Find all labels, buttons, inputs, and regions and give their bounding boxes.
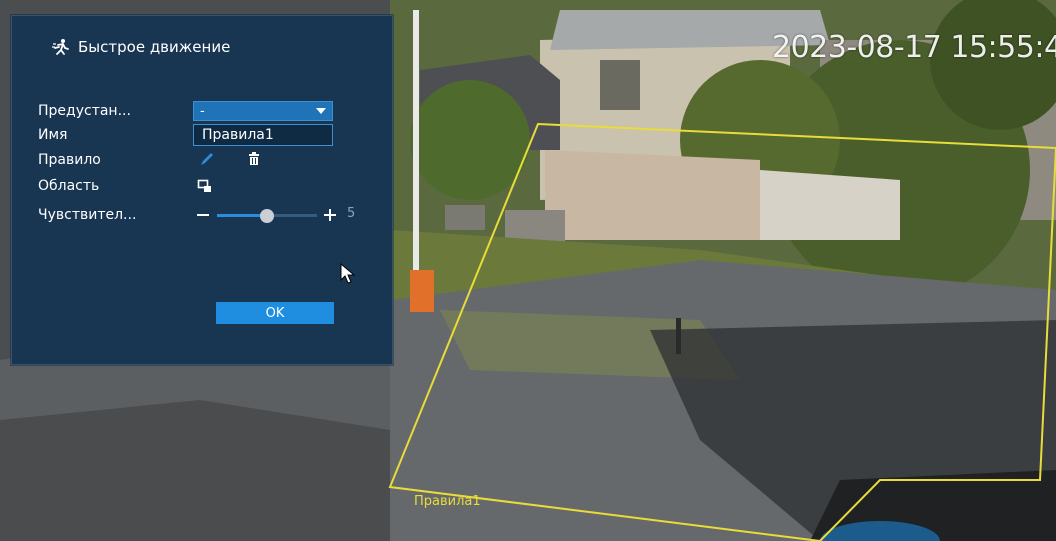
- area-draw-icon[interactable]: [197, 178, 213, 194]
- rule-label: Правило: [38, 152, 101, 168]
- sensitivity-label: Чувствител...: [38, 207, 137, 223]
- slider-track[interactable]: [217, 209, 317, 223]
- running-person-icon: [52, 39, 69, 55]
- preset-select-value: -: [200, 103, 205, 119]
- name-label: Имя: [38, 127, 68, 143]
- fast-motion-dialog: Быстрое движение Предустан... - Имя Прав…: [11, 15, 393, 365]
- timestamp-overlay: 2023-08-17 15:55:48 Ч: [772, 30, 1056, 65]
- preset-select[interactable]: -: [193, 101, 333, 121]
- preset-label: Предустан...: [38, 103, 131, 119]
- rule-row: Правило: [38, 149, 188, 171]
- name-input[interactable]: Правила1: [193, 124, 333, 146]
- plus-icon-vertical[interactable]: [329, 209, 331, 221]
- dialog-title: Быстрое движение: [52, 36, 230, 58]
- area-row: Область: [38, 175, 188, 197]
- dialog-title-text: Быстрое движение: [78, 38, 231, 56]
- mouse-cursor-icon: [340, 263, 356, 284]
- name-row: Имя: [38, 124, 188, 146]
- minus-icon[interactable]: [197, 214, 209, 216]
- pencil-icon[interactable]: [199, 151, 215, 167]
- ok-button[interactable]: OK: [216, 302, 334, 324]
- trash-icon[interactable]: [246, 151, 262, 167]
- slider-knob[interactable]: [260, 209, 274, 223]
- chevron-down-icon: [316, 108, 326, 114]
- sensitivity-value: 5: [347, 206, 356, 221]
- preset-row: Предустан...: [38, 100, 188, 122]
- area-label: Область: [38, 178, 100, 194]
- rule-name-tag: Правила1: [414, 494, 481, 509]
- sensitivity-row: Чувствител...: [38, 204, 188, 226]
- sensitivity-slider[interactable]: 5: [193, 204, 383, 226]
